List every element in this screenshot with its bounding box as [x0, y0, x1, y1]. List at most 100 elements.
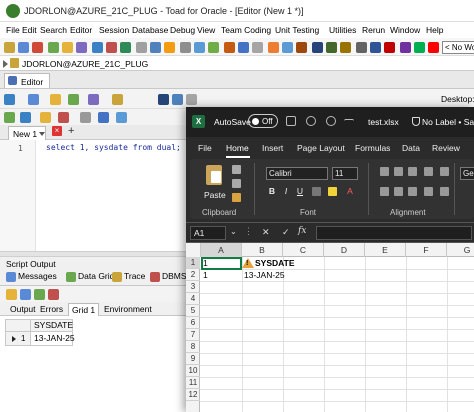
code-icon[interactable]: [268, 42, 279, 53]
ribbon-tab-home[interactable]: Home: [226, 143, 249, 153]
export-icon[interactable]: [208, 42, 219, 53]
comment-icon[interactable]: [80, 112, 91, 123]
format-painter-icon[interactable]: [232, 193, 241, 202]
data-icon[interactable]: [238, 42, 249, 53]
tab-data-grid[interactable]: Data Grid: [66, 271, 114, 286]
bookmark-icon[interactable]: [116, 112, 127, 123]
rollback-icon[interactable]: [428, 42, 439, 53]
excel-filename[interactable]: test.xlsx: [368, 117, 399, 127]
copy-icon[interactable]: [232, 179, 241, 188]
open-output-icon[interactable]: [6, 289, 17, 300]
column-header-b[interactable]: B: [242, 243, 283, 257]
tab-grid-1[interactable]: Grid 1: [68, 303, 100, 316]
monitor-icon[interactable]: [340, 42, 351, 53]
cell-b1[interactable]: SYSDATE: [255, 258, 295, 268]
ribbon-tab-data[interactable]: Data: [402, 143, 420, 153]
navigator-icon[interactable]: [312, 42, 323, 53]
number-format-dropdown[interactable]: Gene: [460, 167, 474, 180]
tab-editor[interactable]: Editor: [4, 73, 50, 88]
load-icon[interactable]: [68, 94, 79, 105]
row-header-2[interactable]: 2: [186, 269, 200, 281]
new-icon[interactable]: [28, 94, 39, 105]
grid-icon[interactable]: [120, 42, 131, 53]
tab-output[interactable]: Output: [10, 304, 36, 314]
tab-new-1[interactable]: New 1: [8, 126, 46, 140]
name-box[interactable]: A1: [190, 226, 226, 240]
ribbon-tab-formulas[interactable]: Formulas: [355, 143, 390, 153]
ribbon-tab-page-layout[interactable]: Page Layout: [297, 143, 345, 153]
refresh-icon[interactable]: [370, 42, 381, 53]
row-header-7[interactable]: 7: [186, 329, 200, 341]
tab-errors[interactable]: Errors: [40, 304, 63, 314]
menu-rerun[interactable]: Rerun: [362, 25, 385, 35]
debug-icon[interactable]: [106, 42, 117, 53]
tab-trace[interactable]: Trace: [112, 271, 145, 286]
row-indicator[interactable]: 1: [5, 332, 31, 346]
clear-output-icon[interactable]: [48, 289, 59, 300]
format-icon[interactable]: [88, 94, 99, 105]
font-size-dropdown[interactable]: 11: [332, 167, 358, 180]
insert-function-button[interactable]: fx: [298, 226, 306, 236]
menu-team-coding[interactable]: Team Coding: [221, 25, 271, 35]
ribbon-tab-review[interactable]: Review: [432, 143, 460, 153]
align-left-icon[interactable]: [380, 187, 389, 196]
column-header-c[interactable]: C: [283, 243, 324, 257]
row-header-8[interactable]: 8: [186, 341, 200, 353]
print-icon[interactable]: [186, 94, 197, 105]
column-header-sysdate[interactable]: SYSDATE: [31, 319, 73, 332]
borders-icon[interactable]: [312, 187, 321, 196]
error-warning-icon[interactable]: !: [242, 258, 254, 268]
tools-icon[interactable]: [48, 42, 59, 53]
clear-icon[interactable]: [58, 112, 69, 123]
menu-search[interactable]: Search: [40, 25, 67, 35]
row-header-1[interactable]: 1: [186, 257, 200, 269]
close-tab-icon[interactable]: ×: [52, 126, 62, 136]
row-header-9[interactable]: 9: [186, 353, 200, 365]
lock-icon[interactable]: [400, 42, 411, 53]
cell-a2[interactable]: 1: [203, 270, 208, 280]
menu-unit-testing[interactable]: Unit Testing: [275, 25, 319, 35]
paste-button[interactable]: Paste: [204, 190, 226, 200]
row-header-11[interactable]: 11: [186, 377, 200, 389]
menu-editor[interactable]: Editor: [70, 25, 92, 35]
menu-view[interactable]: View: [197, 25, 215, 35]
job-icon[interactable]: [296, 42, 307, 53]
save-as-icon[interactable]: [172, 94, 183, 105]
formula-input[interactable]: [316, 226, 472, 240]
connection-name[interactable]: JDORLON@AZURE_21C_PLUG: [22, 59, 148, 69]
ribbon-tab-file[interactable]: File: [198, 143, 212, 153]
column-header-f[interactable]: F: [406, 243, 447, 257]
cut-icon[interactable]: [232, 165, 241, 174]
connect-icon[interactable]: [4, 42, 15, 53]
open-icon[interactable]: [50, 94, 61, 105]
menu-file[interactable]: File: [6, 25, 20, 35]
grid-cell-sysdate[interactable]: 13-JAN-25: [31, 332, 75, 346]
session-icon[interactable]: [92, 42, 103, 53]
explain-icon[interactable]: [76, 42, 87, 53]
save-icon[interactable]: [158, 94, 169, 105]
customize-qat-icon[interactable]: [344, 119, 354, 125]
bold-button[interactable]: B: [266, 186, 278, 196]
tune-icon[interactable]: [326, 42, 337, 53]
menu-session[interactable]: Session: [99, 25, 129, 35]
paste-icon[interactable]: [206, 165, 222, 185]
menu-edit[interactable]: Edit: [22, 25, 37, 35]
explain-plan-icon[interactable]: [40, 112, 51, 123]
add-tab-icon[interactable]: +: [68, 125, 74, 137]
row-header-12[interactable]: 12: [186, 389, 200, 401]
export-output-icon[interactable]: [34, 289, 45, 300]
chevron-down-icon[interactable]: [39, 132, 45, 136]
column-header-d[interactable]: D: [324, 243, 365, 257]
align-bottom-icon[interactable]: [408, 167, 417, 176]
undo-icon[interactable]: [306, 116, 316, 126]
ribbon-tab-insert[interactable]: Insert: [262, 143, 283, 153]
sensitivity-label[interactable]: No Label • Save: [412, 117, 474, 127]
orientation-icon[interactable]: [424, 167, 433, 176]
sql-editor[interactable]: 1 select 1, sysdate from dual;: [0, 140, 190, 251]
help-icon[interactable]: [356, 42, 367, 53]
cell-b2[interactable]: 13-JAN-25: [244, 270, 285, 280]
row-header-10[interactable]: 10: [186, 365, 200, 377]
schema-browser-icon[interactable]: [18, 42, 29, 53]
window-icon[interactable]: [180, 42, 191, 53]
merge-center-icon[interactable]: [440, 187, 449, 196]
